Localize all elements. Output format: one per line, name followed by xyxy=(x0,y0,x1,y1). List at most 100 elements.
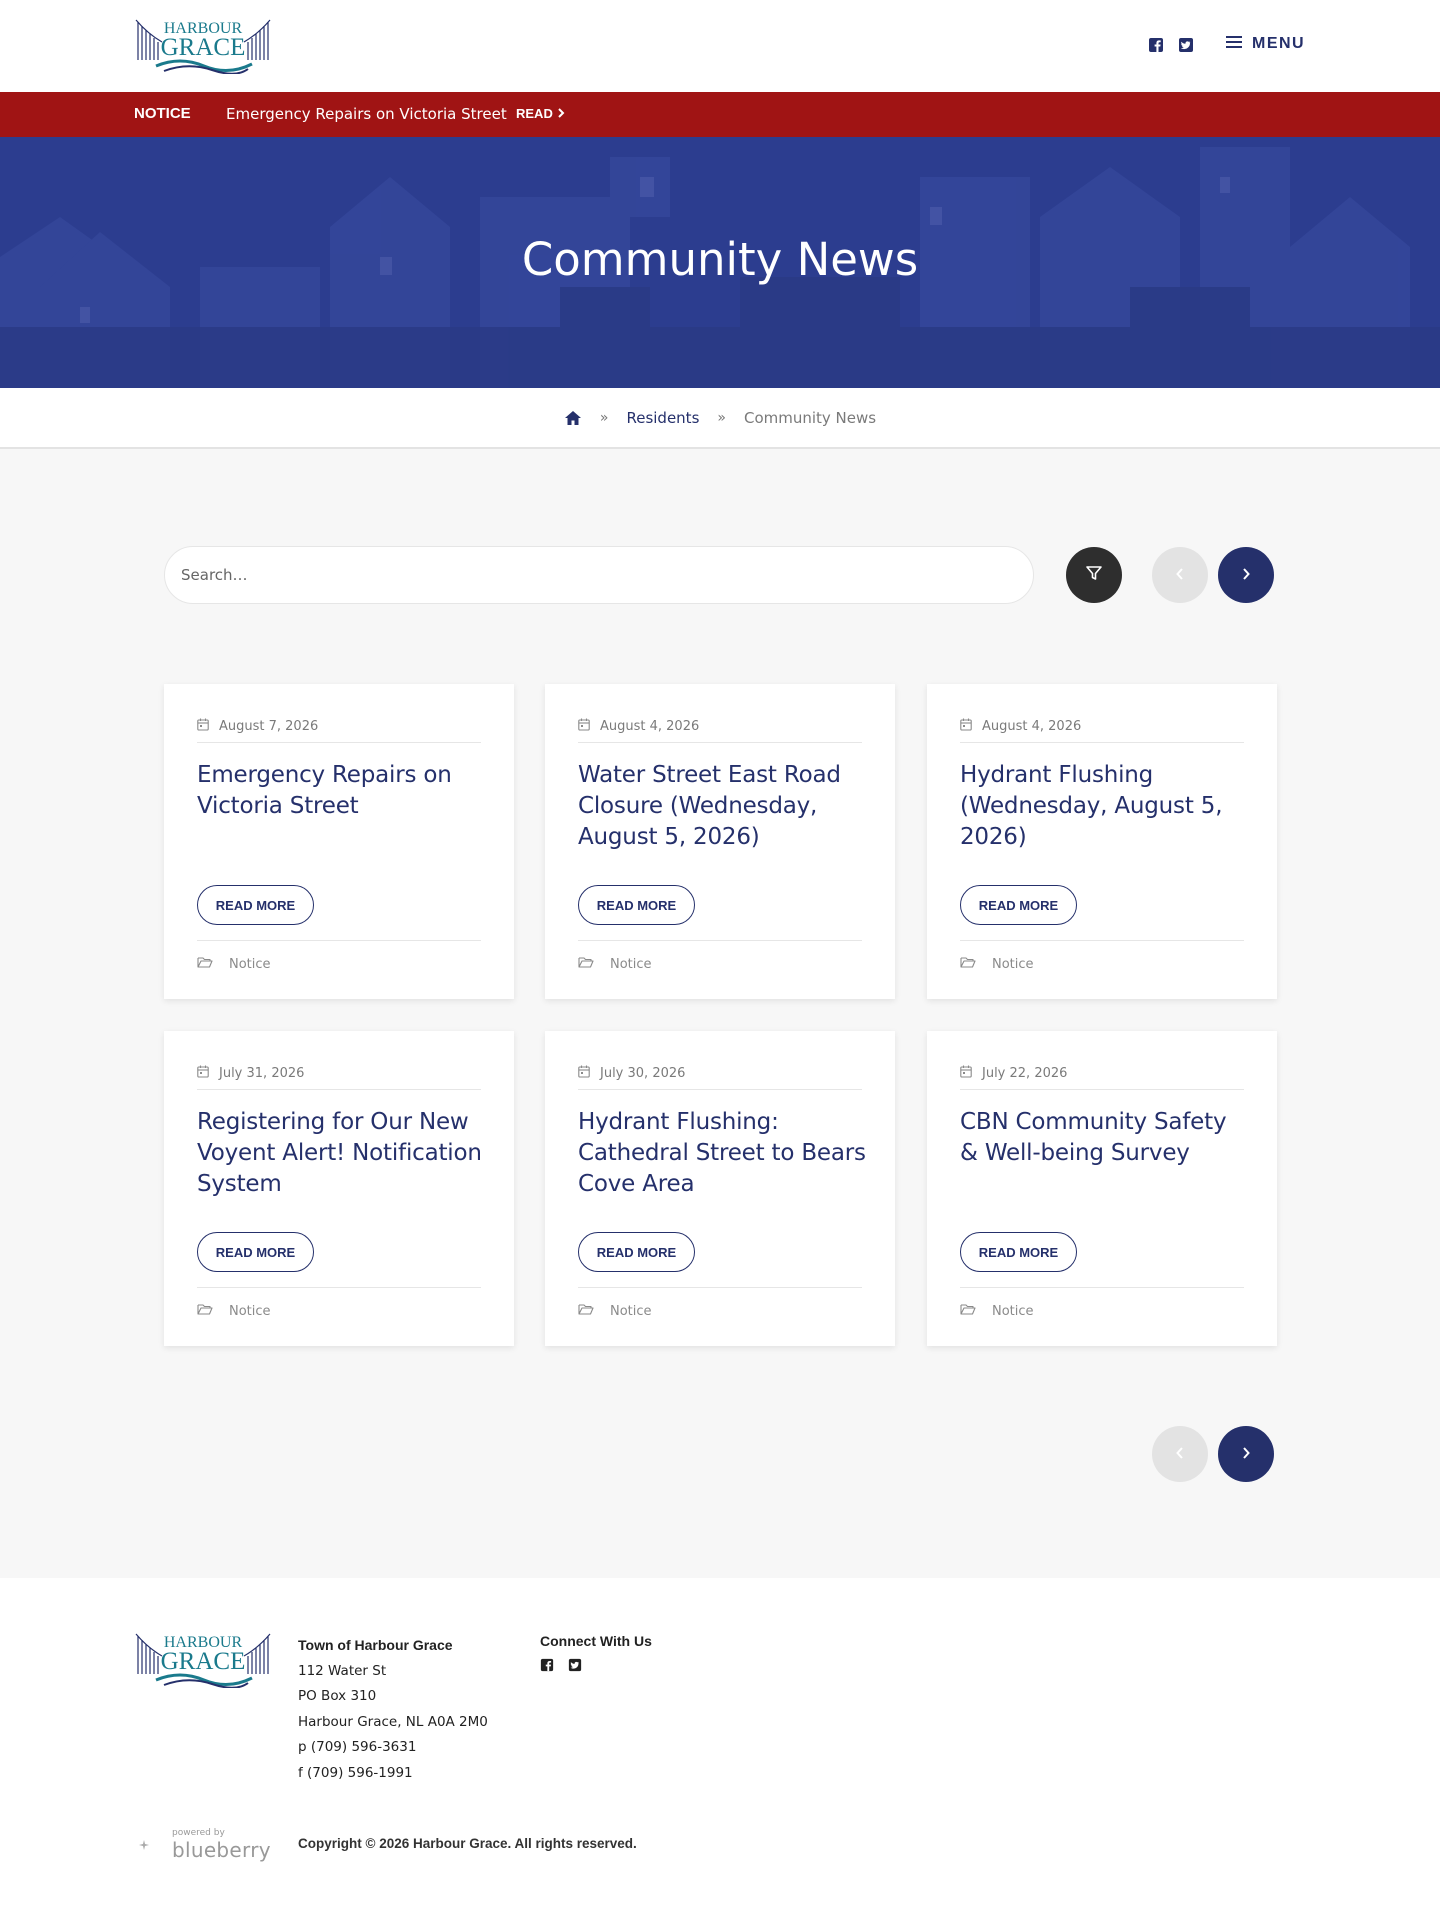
card-date-row: August 4, 2026 xyxy=(578,718,699,735)
news-card: August 4, 2026 Hydrant Flushing (Wednesd… xyxy=(927,684,1277,999)
facebook-square-icon[interactable] xyxy=(1148,37,1164,53)
facebook-square-icon[interactable] xyxy=(540,1657,556,1673)
card-category-row: Notice xyxy=(197,1303,271,1319)
footer-phone[interactable]: p (709) 596-3631 xyxy=(298,1735,488,1761)
card-title[interactable]: Emergency Repairs on Victoria Street xyxy=(197,760,487,822)
calendar-icon xyxy=(197,718,209,735)
news-card: August 4, 2026 Water Street East Road Cl… xyxy=(545,684,895,999)
card-category-row: Notice xyxy=(197,956,271,972)
card-category-row: Notice xyxy=(578,1303,652,1319)
card-title[interactable]: CBN Community Safety & Well-being Survey xyxy=(960,1107,1250,1169)
search-input[interactable] xyxy=(164,546,1034,604)
chevron-left-icon xyxy=(1175,566,1185,585)
powered-by-blueberry[interactable]: powered by blueberry xyxy=(138,1828,271,1862)
folder-open-icon xyxy=(960,956,976,972)
card-category[interactable]: Notice xyxy=(229,1304,271,1319)
footer-address: Town of Harbour Grace 112 Water St PO Bo… xyxy=(298,1633,488,1786)
card-title[interactable]: Hydrant Flushing: Cathedral Street to Be… xyxy=(578,1107,868,1200)
notice-read-label: READ xyxy=(516,106,553,121)
svg-text:GRACE: GRACE xyxy=(161,34,246,61)
read-more-button[interactable]: READ MORE xyxy=(960,885,1077,925)
card-title[interactable]: Registering for Our New Voyent Alert! No… xyxy=(197,1107,487,1200)
divider xyxy=(197,1089,481,1090)
filter-button[interactable] xyxy=(1066,547,1122,603)
footer-logo[interactable]: HARBOUR GRACE xyxy=(134,1628,272,1689)
card-date-row: August 7, 2026 xyxy=(197,718,318,735)
site-footer: HARBOUR GRACE Town of Harbour Grace 112 … xyxy=(0,1578,1440,1913)
breadcrumb: » Residents » Community News xyxy=(0,388,1440,449)
card-category[interactable]: Notice xyxy=(992,957,1034,972)
menu-button[interactable]: MENU xyxy=(1226,34,1305,53)
card-category[interactable]: Notice xyxy=(992,1304,1034,1319)
site-header: HARBOUR GRACE MENU xyxy=(0,0,1440,92)
notice-read-link[interactable]: READ xyxy=(516,106,565,121)
footer-org-name: Town of Harbour Grace xyxy=(298,1637,453,1653)
read-more-button[interactable]: READ MORE xyxy=(197,885,314,925)
read-more-button[interactable]: READ MORE xyxy=(960,1232,1077,1272)
page-hero: Community News xyxy=(0,137,1440,388)
page-title: Community News xyxy=(521,233,919,286)
notice-bar: NOTICE Emergency Repairs on Victoria Str… xyxy=(0,92,1440,137)
card-title[interactable]: Water Street East Road Closure (Wednesda… xyxy=(578,760,868,853)
twitter-square-icon[interactable] xyxy=(1178,37,1194,53)
hamburger-icon xyxy=(1226,34,1242,53)
breadcrumb-current: Community News xyxy=(743,408,877,427)
card-date: July 31, 2026 xyxy=(219,1066,305,1081)
blueberry-leaf-icon xyxy=(138,1836,150,1855)
card-category[interactable]: Notice xyxy=(610,957,652,972)
divider xyxy=(960,1089,1244,1090)
chevron-right-icon xyxy=(557,106,565,121)
calendar-icon xyxy=(960,1065,972,1082)
card-category[interactable]: Notice xyxy=(229,957,271,972)
harbour-grace-logo[interactable]: HARBOUR GRACE xyxy=(134,14,272,75)
folder-open-icon xyxy=(578,1303,594,1319)
card-category[interactable]: Notice xyxy=(610,1304,652,1319)
card-category-row: Notice xyxy=(960,956,1034,972)
calendar-icon xyxy=(578,718,590,735)
footer-city: Harbour Grace, NL A0A 2M0 xyxy=(298,1713,488,1730)
footer-connect: Connect With Us xyxy=(540,1633,652,1673)
read-more-button[interactable]: READ MORE xyxy=(197,1232,314,1272)
powered-by-label: powered by xyxy=(172,1828,225,1838)
card-date: August 4, 2026 xyxy=(600,719,700,734)
news-card: August 7, 2026 Emergency Repairs on Vict… xyxy=(164,684,514,999)
home-icon[interactable] xyxy=(564,410,582,426)
footer-fax: f (709) 596-1991 xyxy=(298,1764,413,1781)
read-more-button[interactable]: READ MORE xyxy=(578,885,695,925)
divider xyxy=(197,742,481,743)
next-page-button-bottom[interactable] xyxy=(1218,1426,1274,1482)
filter-icon xyxy=(1085,564,1103,586)
chevron-right-icon xyxy=(1241,1445,1251,1464)
footer-po-box: PO Box 310 xyxy=(298,1688,377,1704)
news-card: July 22, 2026 CBN Community Safety & Wel… xyxy=(927,1031,1277,1346)
prev-page-button-top[interactable] xyxy=(1152,547,1208,603)
chevron-right-icon xyxy=(1241,566,1251,585)
divider xyxy=(197,1287,481,1288)
divider xyxy=(960,742,1244,743)
folder-open-icon xyxy=(578,956,594,972)
divider xyxy=(578,742,862,743)
card-title[interactable]: Hydrant Flushing (Wednesday, August 5, 2… xyxy=(960,760,1250,853)
card-date: August 4, 2026 xyxy=(982,719,1082,734)
card-category-row: Notice xyxy=(578,956,652,972)
divider xyxy=(960,1287,1244,1288)
calendar-icon xyxy=(578,1065,590,1082)
read-more-button[interactable]: READ MORE xyxy=(578,1232,695,1272)
breadcrumb-link-residents[interactable]: Residents xyxy=(626,409,699,427)
divider xyxy=(578,1089,862,1090)
footer-street: 112 Water St xyxy=(298,1662,387,1679)
divider xyxy=(197,940,481,941)
next-page-button-top[interactable] xyxy=(1218,547,1274,603)
prev-page-button-bottom[interactable] xyxy=(1152,1426,1208,1482)
copyright-text: Copyright © 2026 Harbour Grace. All righ… xyxy=(298,1836,637,1851)
footer-social-links xyxy=(540,1657,652,1673)
twitter-square-icon[interactable] xyxy=(568,1657,584,1673)
notice-text[interactable]: Emergency Repairs on Victoria Street xyxy=(226,105,507,123)
double-chevron-icon: » xyxy=(599,409,609,426)
footer-connect-heading: Connect With Us xyxy=(540,1633,652,1649)
divider xyxy=(578,940,862,941)
menu-label: MENU xyxy=(1252,34,1306,52)
card-date-row: July 31, 2026 xyxy=(197,1065,304,1082)
header-social-links xyxy=(1148,37,1194,53)
blueberry-wordmark: blueberry xyxy=(172,1838,271,1862)
